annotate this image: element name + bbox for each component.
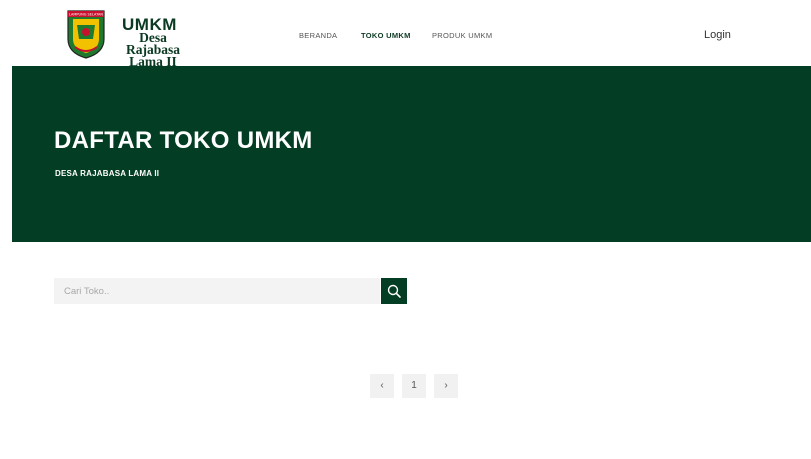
page-subtitle: DESA RAJABASA LAMA II <box>55 169 160 178</box>
brand-logo[interactable]: LAMPUNG SELATAN UMKM Desa Rajabasa Lama … <box>66 8 216 68</box>
search-icon <box>387 284 401 298</box>
brand-subtitle-line1: Desa Rajabasa <box>125 30 180 57</box>
nav-link-beranda[interactable]: BERANDA <box>299 31 337 40</box>
emblem-text: LAMPUNG SELATAN <box>69 13 103 17</box>
page-title: DAFTAR TOKO UMKM <box>54 127 313 154</box>
search-input[interactable] <box>54 278 380 304</box>
pagination-page-1[interactable]: 1 <box>402 374 426 398</box>
nav-link-toko-umkm[interactable]: TOKO UMKM <box>361 31 411 40</box>
top-navbar: LAMPUNG SELATAN UMKM Desa Rajabasa Lama … <box>0 0 811 68</box>
login-link[interactable]: Login <box>704 29 731 41</box>
hero-banner: DAFTAR TOKO UMKM DESA RAJABASA LAMA II <box>12 66 811 242</box>
pagination-prev-button[interactable]: ‹ <box>370 374 394 398</box>
search-button[interactable] <box>381 278 407 304</box>
nav-link-produk-umkm[interactable]: PRODUK UMKM <box>432 31 492 40</box>
pagination-next-button[interactable]: › <box>434 374 458 398</box>
regency-emblem-icon: LAMPUNG SELATAN <box>67 10 105 59</box>
brand-subtitle: Desa Rajabasa Lama II <box>111 30 195 69</box>
